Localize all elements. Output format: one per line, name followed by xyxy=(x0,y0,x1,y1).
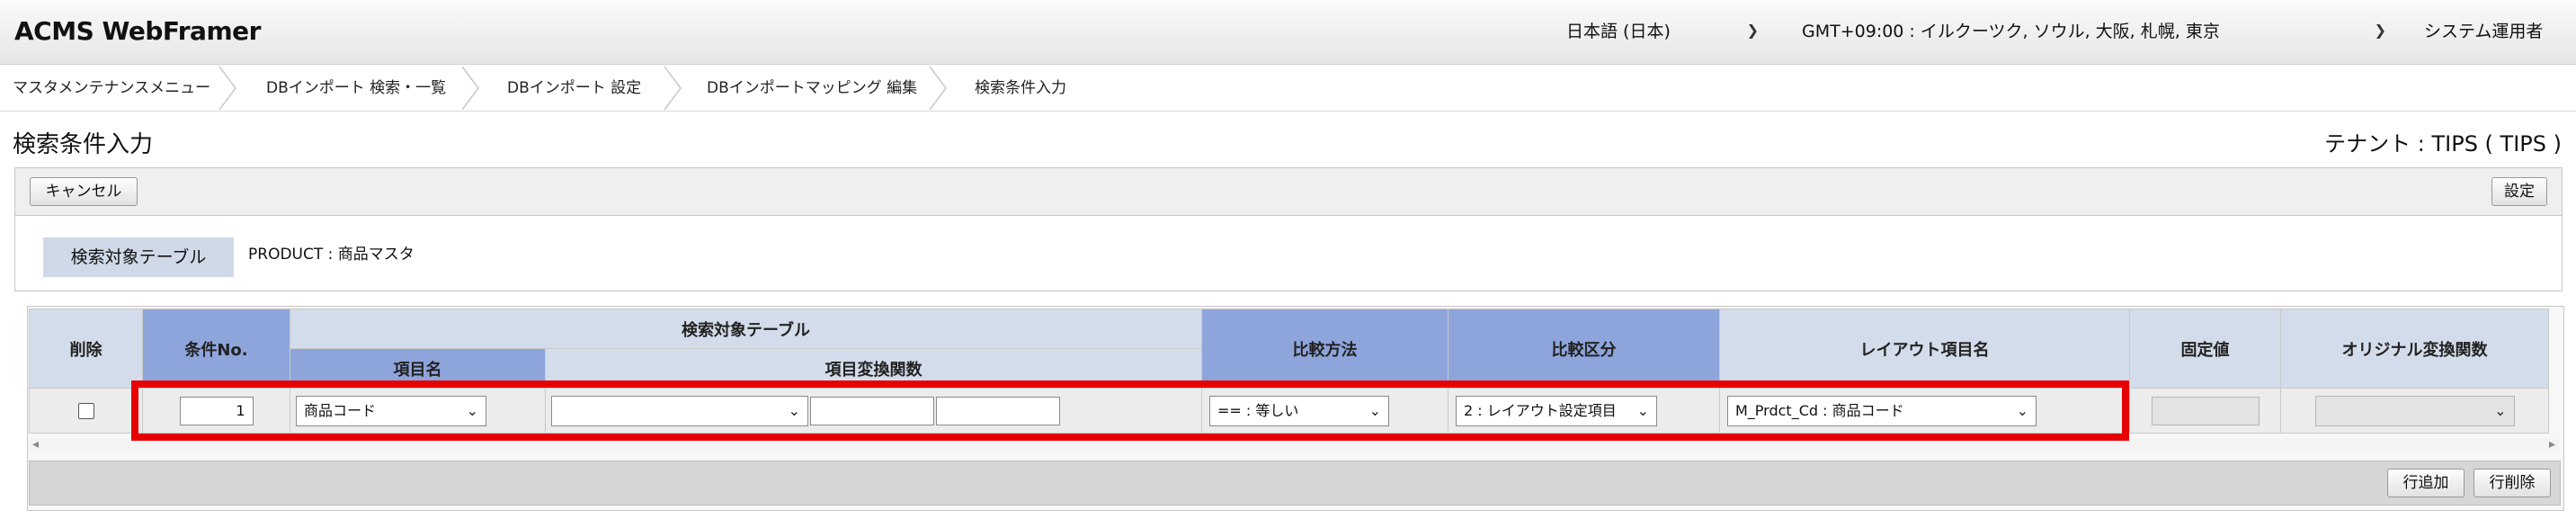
compare-method-select[interactable]: == : 等しい ⌄ xyxy=(1209,395,1389,426)
breadcrumb-item-db-import-mapping[interactable]: DBインポートマッピング 編集 xyxy=(707,65,917,112)
col-header-compare-type: 比較区分 xyxy=(1448,309,1720,389)
chevron-down-icon: ❯ xyxy=(2374,22,2386,39)
chevron-down-icon: ❯ xyxy=(1746,22,1759,39)
item-func-select[interactable]: ⌄ xyxy=(551,395,808,426)
tenant-label: テナント : TIPS ( TIPS ) xyxy=(2324,131,2562,157)
settings-button[interactable]: 設定 xyxy=(2491,177,2547,206)
col-header-item-name: 項目名 xyxy=(290,348,546,389)
scroll-left-icon[interactable]: ◂ xyxy=(32,437,39,452)
compare-method-value: == : 等しい xyxy=(1217,401,1299,419)
original-func-cell: ⌄ xyxy=(2280,388,2549,434)
chevron-down-icon: ⌄ xyxy=(466,401,478,419)
fixed-value-input xyxy=(2151,396,2260,425)
delete-row-button[interactable]: 行削除 xyxy=(2473,469,2551,497)
breadcrumb-separator-icon xyxy=(218,67,236,110)
item-name-cell: 商品コード ⌄ xyxy=(290,388,546,434)
breadcrumb-item-current: 検索条件入力 xyxy=(975,79,1066,97)
horizontal-scrollbar[interactable]: ◂ ▸ xyxy=(29,437,2559,452)
breadcrumb-separator-icon xyxy=(929,67,947,110)
chevron-down-icon: ⌄ xyxy=(1368,401,1381,419)
user-role-menu[interactable]: システム運用者 xyxy=(2424,18,2543,42)
chevron-down-icon: ⌄ xyxy=(788,401,800,419)
compare-type-cell: 2 : レイアウト設定項目 ⌄ xyxy=(1448,388,1720,434)
breadcrumb-separator-icon xyxy=(461,67,479,110)
breadcrumb: マスタメンテナンスメニュー DBインポート 検索・一覧 DBインポート 設定 D… xyxy=(0,65,2576,112)
item-name-select[interactable]: 商品コード ⌄ xyxy=(296,395,486,426)
app-logo: ACMS WebFramer xyxy=(14,16,261,46)
chevron-down-icon: ⌄ xyxy=(1636,401,1649,419)
layout-item-value: M_Prdct_Cd : 商品コード xyxy=(1735,401,1904,419)
condition-no-cell: 1 xyxy=(142,388,290,434)
col-header-search-table: 検索対象テーブル xyxy=(290,309,1202,349)
col-header-delete: 削除 xyxy=(29,309,143,389)
table-row: 1 商品コード ⌄ ⌄ == : 等しい ⌄ 2 : レイアウト設定項目 ⌄ M_Pr… xyxy=(29,388,2549,434)
col-header-fixed-value: 固定値 xyxy=(2129,309,2281,389)
scroll-right-icon[interactable]: ▸ xyxy=(2549,437,2555,452)
timezone-value: GMT+09:00 : イルクーツク, ソウル, 大阪, 札幌, 東京 xyxy=(1802,22,2220,41)
add-row-button[interactable]: 行追加 xyxy=(2387,469,2465,497)
bottom-toolbar: 行追加 行削除 xyxy=(29,461,2561,506)
compare-type-value: 2 : レイアウト設定項目 xyxy=(1464,401,1617,419)
target-table-label: 検索対象テーブル xyxy=(43,237,234,277)
condition-grid: 削除 条件No. 検索対象テーブル 比較方法 比較区分 レイアウト項目名 固定値… xyxy=(29,309,2549,434)
language-value: 日本語 (日本) xyxy=(1566,22,1671,41)
compare-type-select[interactable]: 2 : レイアウト設定項目 ⌄ xyxy=(1456,395,1657,426)
page-title: 検索条件入力 xyxy=(13,131,154,158)
cancel-button[interactable]: キャンセル xyxy=(30,177,138,206)
item-name-value: 商品コード xyxy=(304,401,377,419)
top-toolbar: キャンセル 設定 xyxy=(14,167,2563,216)
delete-cell xyxy=(29,388,143,434)
language-select[interactable]: 日本語 (日本) ❯ xyxy=(1566,18,1764,45)
delete-checkbox[interactable] xyxy=(77,403,94,419)
breadcrumb-item-master-menu[interactable]: マスタメンテナンスメニュー xyxy=(13,65,210,112)
col-header-original-func: オリジナル変換関数 xyxy=(2280,309,2549,389)
col-header-layout-item: レイアウト項目名 xyxy=(1719,309,2130,389)
col-header-item-func: 項目変換関数 xyxy=(545,348,1202,389)
layout-item-select[interactable]: M_Prdct_Cd : 商品コード ⌄ xyxy=(1727,395,2037,426)
func-arg1-input[interactable] xyxy=(810,396,934,425)
col-header-condition-no: 条件No. xyxy=(142,309,290,389)
chevron-down-icon: ⌄ xyxy=(2494,401,2507,419)
compare-method-cell: == : 等しい ⌄ xyxy=(1201,388,1448,434)
condition-no-input[interactable]: 1 xyxy=(179,396,254,425)
original-func-select: ⌄ xyxy=(2314,395,2515,426)
breadcrumb-item-db-import-search[interactable]: DBインポート 検索・一覧 xyxy=(266,65,446,112)
layout-item-cell: M_Prdct_Cd : 商品コード ⌄ xyxy=(1719,388,2130,434)
item-func-cell: ⌄ xyxy=(545,388,1202,434)
breadcrumb-separator-icon xyxy=(664,67,682,110)
breadcrumb-item-db-import-settings[interactable]: DBインポート 設定 xyxy=(507,65,641,112)
col-header-compare-method: 比較方法 xyxy=(1201,309,1448,389)
chevron-down-icon: ⌄ xyxy=(2016,401,2028,419)
fixed-value-cell xyxy=(2129,388,2281,434)
timezone-select[interactable]: GMT+09:00 : イルクーツク, ソウル, 大阪, 札幌, 東京 ❯ xyxy=(1802,18,2392,45)
app-header: ACMS WebFramer 日本語 (日本) ❯ GMT+09:00 : イル… xyxy=(0,0,2576,65)
target-table-value: PRODUCT : 商品マスタ xyxy=(248,246,414,264)
func-arg2-input[interactable] xyxy=(936,396,1060,425)
